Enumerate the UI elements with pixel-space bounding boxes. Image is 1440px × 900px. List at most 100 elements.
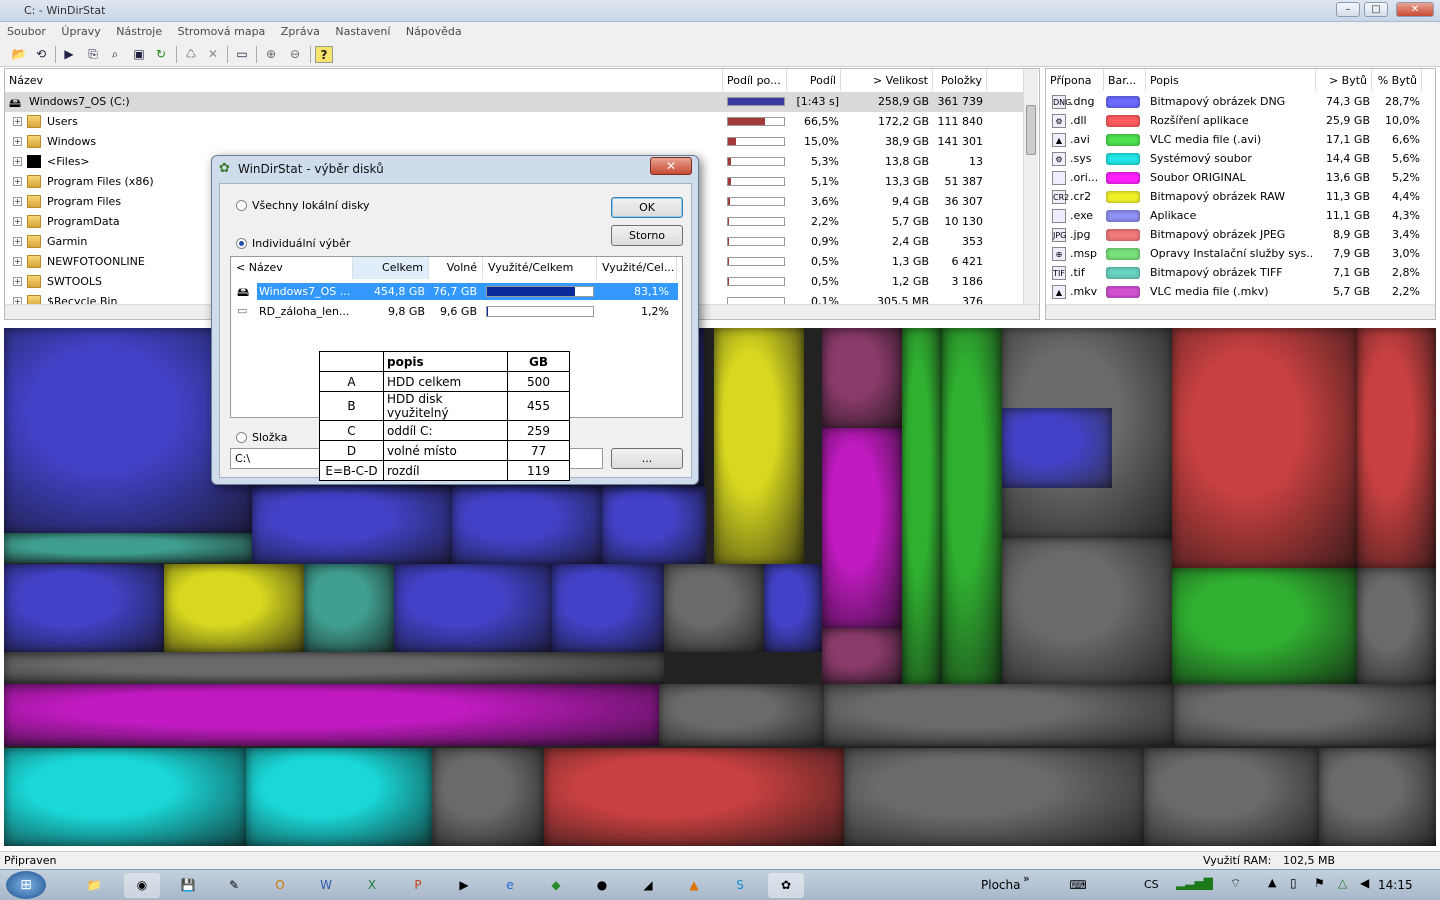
column-items[interactable]: Položky	[933, 69, 987, 91]
windirstat-taskbar-icon[interactable]: ✿	[768, 873, 804, 898]
treemap-block[interactable]	[552, 564, 664, 652]
treemap-block[interactable]	[1002, 408, 1112, 488]
treemap-block[interactable]	[1172, 328, 1357, 568]
radio-all-drives[interactable]	[236, 200, 247, 211]
minimize-button[interactable]: –	[1336, 2, 1360, 17]
language-indicator[interactable]: CS	[1144, 878, 1159, 891]
treemap-block[interactable]	[764, 564, 822, 652]
keyboard-icon[interactable]: ⌨	[1062, 873, 1094, 898]
expand-icon[interactable]: +	[13, 157, 22, 166]
extension-row[interactable]: CR2 .cr2 Bitmapový obrázek RAW 11,3 GB 4,4%	[1046, 187, 1435, 207]
extension-row[interactable]: .exe Aplikace 11,1 GB 4,3%	[1046, 206, 1435, 226]
treemap-block[interactable]	[664, 564, 764, 652]
column-size[interactable]: > Velikost	[841, 69, 933, 91]
refresh-all-icon[interactable]: ⟲	[32, 46, 50, 63]
save-taskbar-icon[interactable]: 💾	[170, 873, 206, 898]
treemap-block[interactable]	[822, 328, 902, 428]
expand-icon[interactable]: +	[13, 137, 22, 146]
powerpoint-taskbar-icon[interactable]: P	[400, 873, 436, 898]
treemap-block[interactable]	[394, 564, 552, 652]
drive-sync-icon[interactable]: △	[1338, 876, 1347, 890]
treemap-block[interactable]	[4, 564, 164, 652]
volume-icon[interactable]: ◀	[1360, 876, 1369, 890]
chrome-taskbar-icon[interactable]: ◉	[124, 873, 160, 898]
treemap-block[interactable]	[824, 684, 1174, 746]
flag-icon[interactable]: ⚑	[1314, 876, 1325, 890]
treemap-block[interactable]	[942, 328, 1002, 684]
zoom-in-icon[interactable]: ⊕	[262, 46, 280, 63]
drive-row[interactable]: 🖴 Windows7_OS ... 454,8 GB 76,7 GB 83,1%	[235, 283, 678, 300]
column-color[interactable]: Bar...	[1104, 69, 1146, 91]
excel-taskbar-icon[interactable]: X	[354, 873, 390, 898]
radio-individual-drives[interactable]	[236, 238, 247, 249]
media-taskbar-icon[interactable]: ▶	[446, 873, 482, 898]
treemap-block[interactable]	[432, 748, 544, 846]
properties-icon[interactable]: ▭	[233, 46, 251, 63]
treemap-block[interactable]	[252, 486, 452, 564]
radio-all-drives-label[interactable]: Všechny lokální disky	[252, 199, 370, 212]
treemap-block[interactable]	[544, 748, 844, 846]
expand-icon[interactable]: +	[13, 237, 22, 246]
expand-icon[interactable]: +	[13, 217, 22, 226]
column-subtree-share[interactable]: Podíl po...	[723, 69, 787, 91]
word-taskbar-icon[interactable]: W	[308, 873, 344, 898]
skype-taskbar-icon[interactable]: S	[722, 873, 758, 898]
ok-button[interactable]: OK	[611, 197, 683, 218]
dialog-close-button[interactable]: ✕	[650, 157, 692, 175]
extension-row[interactable]: ▲ .avi VLC media file (.avi) 17,1 GB 6,6%	[1046, 130, 1435, 150]
treemap-block[interactable]	[4, 652, 664, 684]
menu-file[interactable]: Soubor	[0, 22, 51, 38]
extension-row[interactable]: TIF .tif Bitmapový obrázek TIFF 7,1 GB 2,8%	[1046, 263, 1435, 283]
drive-column-free[interactable]: Volné	[429, 257, 483, 279]
column-name[interactable]: Název	[5, 69, 723, 91]
expand-icon[interactable]: +	[13, 277, 22, 286]
tree-row[interactable]: + Windows 15,0% 38,9 GB 141 301	[5, 132, 1023, 152]
expand-icon[interactable]: +	[13, 297, 22, 304]
drive-column-name[interactable]: < Název	[231, 257, 353, 279]
refresh-icon[interactable]: ↻	[152, 46, 170, 63]
help-icon[interactable]: ?	[315, 46, 333, 63]
expand-icon[interactable]: +	[13, 177, 22, 186]
column-bytes-percent[interactable]: % Bytů	[1372, 69, 1422, 91]
menu-tools[interactable]: Nástroje	[109, 22, 167, 38]
app-taskbar-icon[interactable]: ●	[584, 873, 620, 898]
treemap-block[interactable]	[4, 748, 246, 846]
cancel-button[interactable]: Storno	[611, 225, 683, 246]
treemap-block[interactable]	[822, 428, 902, 628]
explorer-icon[interactable]: ⌕	[106, 46, 124, 63]
copy-icon[interactable]: ⎘	[84, 46, 102, 63]
treemap-block[interactable]	[4, 684, 659, 746]
start-button[interactable]: ⊞	[6, 871, 46, 899]
treemap-block[interactable]	[844, 748, 1144, 846]
column-description[interactable]: Popis	[1146, 69, 1316, 91]
drive-column-total[interactable]: Celkem	[353, 257, 429, 279]
extension-horizontal-scrollbar[interactable]	[1046, 304, 1435, 319]
treemap-block[interactable]	[246, 748, 432, 846]
clock[interactable]: 14:15	[1378, 878, 1413, 892]
extension-row[interactable]: ⊕ .msp Opravy Instalační služby sys... 7,9 …	[1046, 244, 1435, 264]
column-bytes[interactable]: > Bytů	[1316, 69, 1372, 91]
treemap-block[interactable]	[1319, 748, 1436, 846]
treemap-block[interactable]	[659, 684, 824, 746]
menu-help[interactable]: Nápověda	[399, 22, 467, 38]
treemap-block[interactable]	[1357, 328, 1436, 568]
treemap-block[interactable]	[452, 486, 602, 564]
radio-folder-label[interactable]: Složka	[252, 431, 287, 444]
treemap-block[interactable]	[1002, 538, 1172, 684]
app-taskbar-icon[interactable]: ✎	[216, 873, 252, 898]
recycle-bin-icon[interactable]: ♺	[182, 46, 200, 63]
vlc-taskbar-icon[interactable]: ▲	[676, 873, 712, 898]
treemap-block[interactable]	[4, 533, 252, 563]
treemap-block[interactable]	[902, 328, 942, 684]
maximize-button[interactable]: □	[1364, 2, 1388, 17]
expand-icon[interactable]: +	[13, 117, 22, 126]
treemap-block[interactable]	[714, 328, 804, 564]
column-extension[interactable]: Přípona	[1046, 69, 1104, 91]
ie-taskbar-icon[interactable]: e	[492, 873, 528, 898]
expand-icon[interactable]: +	[13, 257, 22, 266]
browse-button[interactable]: ...	[611, 448, 683, 469]
treemap-block[interactable]	[1174, 684, 1436, 746]
extension-row[interactable]: .ori... Soubor ORIGINAL 13,6 GB 5,2%	[1046, 168, 1435, 188]
outlook-taskbar-icon[interactable]: O	[262, 873, 298, 898]
treemap-block[interactable]	[164, 564, 304, 652]
